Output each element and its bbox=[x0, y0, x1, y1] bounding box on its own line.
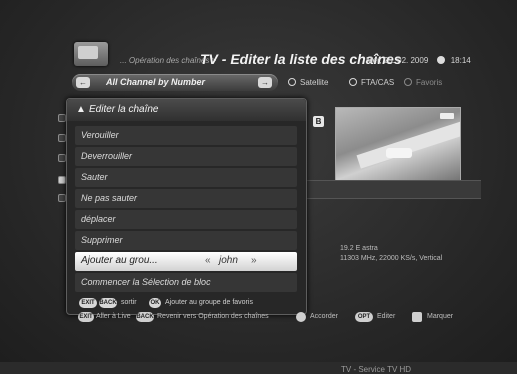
menu-item-label: déplacer bbox=[81, 214, 116, 224]
menu-item-lock[interactable]: Verouiller bbox=[75, 126, 297, 145]
accord-hint-text: Accorder bbox=[310, 313, 339, 320]
datetime: Mer, 25. 02. 2009 18:14 bbox=[366, 56, 471, 65]
menu-item-delete[interactable]: Supprimer bbox=[75, 231, 297, 250]
channel-info-strip: TV - Service TV HD bbox=[305, 180, 481, 374]
satellite-info: 19.2 E astra 11303 MHz, 22000 KS/s, Vert… bbox=[340, 244, 442, 264]
back-hint-text: Revenir vers Opération des chaînes bbox=[157, 313, 269, 320]
hd-badge-icon bbox=[440, 113, 454, 119]
menu-item-unlock[interactable]: Deverrouiller bbox=[75, 147, 297, 166]
channel-filter-select[interactable]: ← All Channel by Number → bbox=[72, 74, 278, 91]
opt-key-icon: OPT bbox=[355, 312, 373, 322]
row-checkbox[interactable] bbox=[58, 114, 66, 122]
satellite-name: 19.2 E astra bbox=[340, 245, 378, 252]
b-key-icon bbox=[412, 312, 422, 322]
radio-satellite[interactable] bbox=[288, 78, 296, 86]
menu-title: Editer la chaîne bbox=[89, 104, 159, 115]
warning-triangle-icon: ▲ bbox=[76, 104, 86, 115]
transponder-info: 11303 MHz, 22000 KS/s, Vertical bbox=[340, 255, 443, 262]
menu-hint-bar: EXIT BACK sortir OK Ajouter au groupe de… bbox=[75, 298, 300, 310]
preview-car-shape bbox=[386, 148, 412, 158]
radio-fta-cas-label: FTA/CAS bbox=[361, 78, 395, 87]
edit-hint-text: Editer bbox=[377, 313, 396, 320]
menu-item-label: Sauter bbox=[81, 172, 108, 182]
back-key-icon: BACK bbox=[99, 298, 117, 308]
menu-item-label: Supprimer bbox=[81, 235, 123, 245]
radio-favoris-label: Favoris bbox=[416, 78, 443, 87]
radio-favoris[interactable] bbox=[404, 78, 412, 86]
channel-name: TV - Service TV HD bbox=[341, 365, 412, 374]
screen: ... Opération des chaînes > TV - Editer … bbox=[0, 0, 517, 374]
filter-bar: ← All Channel by Number → Satellite FTA/… bbox=[66, 74, 506, 92]
menu-item-label: Commencer la Sélection de bloc bbox=[81, 277, 211, 287]
preview-road-shape bbox=[356, 121, 460, 169]
menu-item-label: Verouiller bbox=[81, 130, 119, 140]
exit-key-icon: EXIT bbox=[78, 312, 94, 322]
exit-hint-text: Aller à Live bbox=[96, 313, 131, 320]
menu-item-block-select[interactable]: Commencer la Sélection de bloc bbox=[75, 273, 297, 292]
channel-preview-image bbox=[335, 107, 461, 184]
date-text: Mer, 25. 02. 2009 bbox=[366, 56, 429, 65]
row-checkbox[interactable] bbox=[58, 154, 66, 162]
arrow-right-icon[interactable]: → bbox=[258, 77, 272, 88]
time-text: 18:14 bbox=[450, 56, 471, 65]
group-value: john bbox=[219, 255, 238, 266]
row-checkbox[interactable] bbox=[58, 194, 66, 202]
radio-satellite-label: Satellite bbox=[300, 78, 329, 87]
footer-hint-bar: EXIT Aller à Live BACK Revenir vers Opér… bbox=[72, 312, 512, 326]
menu-item-unskip[interactable]: Ne pas sauter bbox=[75, 189, 297, 208]
radio-fta-cas[interactable] bbox=[349, 78, 357, 86]
edit-channel-menu: ▲ Editer la chaîne Verouiller Deverrouil… bbox=[66, 98, 307, 315]
clock-icon bbox=[436, 56, 445, 64]
menu-header: ▲ Editer la chaîne bbox=[67, 99, 306, 121]
exit-hint-text: sortir bbox=[121, 299, 137, 306]
back-key-icon: BACK bbox=[136, 312, 154, 322]
exit-key-icon: EXIT bbox=[79, 298, 97, 308]
tv-icon bbox=[74, 42, 108, 66]
row-checkbox-checked[interactable] bbox=[58, 176, 66, 184]
channel-filter-label: All Channel by Number bbox=[106, 77, 206, 87]
menu-item-move[interactable]: déplacer bbox=[75, 210, 297, 229]
menu-item-skip[interactable]: Sauter bbox=[75, 168, 297, 187]
mark-hint-text: Marquer bbox=[427, 313, 454, 320]
menu-item-label: Ajouter au grou... bbox=[81, 255, 158, 266]
arrow-left-icon[interactable]: ← bbox=[76, 77, 90, 88]
menu-item-label: Deverrouiller bbox=[81, 151, 133, 161]
ok-key-icon: OK bbox=[149, 298, 161, 308]
ok-hint-text: Ajouter au groupe de favoris bbox=[165, 299, 253, 306]
menu-item-label: Ne pas sauter bbox=[81, 193, 138, 203]
menu-item-add-to-group[interactable]: Ajouter au grou... « john » bbox=[75, 252, 297, 271]
chevron-right-icon[interactable]: » bbox=[251, 255, 257, 266]
ok-key-icon bbox=[296, 312, 306, 322]
chevron-left-icon[interactable]: « bbox=[205, 255, 211, 266]
badge-b: B bbox=[313, 116, 324, 127]
row-checkbox[interactable] bbox=[58, 134, 66, 142]
